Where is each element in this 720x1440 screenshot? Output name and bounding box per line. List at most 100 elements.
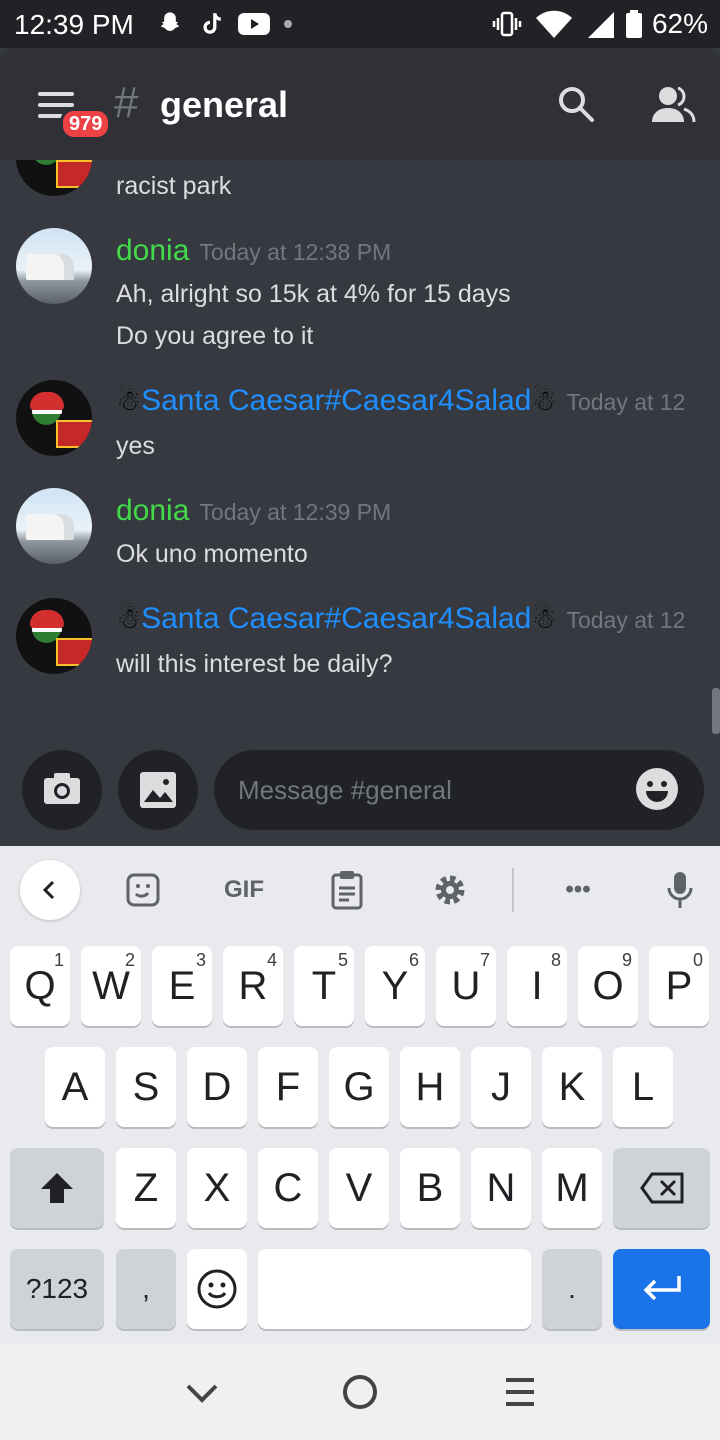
symbols-key[interactable]: ?123 xyxy=(10,1249,104,1329)
message-timestamp: Today at 12:39 PM xyxy=(199,499,392,525)
voice-input-button[interactable] xyxy=(658,862,702,918)
emoji-key[interactable] xyxy=(187,1249,247,1329)
battery-percent: 62% xyxy=(651,8,708,39)
vibrate-icon xyxy=(492,11,522,37)
emoji-icon[interactable] xyxy=(636,768,678,810)
gear-icon xyxy=(435,875,465,905)
message-composer xyxy=(0,750,720,846)
key[interactable]: S xyxy=(116,1047,176,1127)
keyboard: GIF ••• Q1 W2 E3 R4 T5 Y6 U7 I8 O9 P0 A … xyxy=(0,846,720,1344)
santa-avatar[interactable] xyxy=(16,380,92,456)
truck-avatar[interactable] xyxy=(16,488,92,564)
more-button[interactable]: ••• xyxy=(556,862,600,918)
signal-icon xyxy=(587,12,614,38)
tiktok-icon xyxy=(203,13,221,34)
message-input[interactable] xyxy=(238,770,618,810)
image-icon xyxy=(140,772,176,808)
truck-avatar[interactable] xyxy=(16,228,92,304)
key[interactable]: L xyxy=(613,1047,673,1127)
key[interactable]: D xyxy=(187,1047,247,1127)
period-key[interactable]: . xyxy=(542,1249,602,1329)
menu-lines-icon[interactable] xyxy=(500,1372,540,1412)
key[interactable]: V xyxy=(329,1148,389,1228)
keyboard-back-button[interactable] xyxy=(20,860,80,920)
backspace-icon xyxy=(639,1172,683,1204)
message-text: yes xyxy=(116,432,155,460)
sticker-icon xyxy=(126,873,160,907)
search-icon[interactable] xyxy=(556,84,596,124)
gif-button[interactable]: GIF xyxy=(214,862,274,918)
santa-avatar[interactable] xyxy=(16,598,92,674)
status-bar: 12:39 PM 62% xyxy=(0,0,720,48)
snowman-icon: ☃ xyxy=(116,603,142,634)
space-key[interactable] xyxy=(258,1249,531,1329)
author-name[interactable]: donia xyxy=(116,234,189,267)
author-name[interactable]: Santa Caesar#Caesar4Salad xyxy=(141,384,531,417)
camera-button[interactable] xyxy=(22,750,102,830)
navigation-bar xyxy=(0,1344,720,1440)
key[interactable]: Q1 xyxy=(10,946,70,1026)
key[interactable]: F xyxy=(258,1047,318,1127)
message-list[interactable]: racist park donia Today at 12:38 PM Ah, a… xyxy=(0,160,720,750)
channel-header: 979 # general xyxy=(0,48,720,160)
scrollbar[interactable] xyxy=(712,688,720,734)
key[interactable]: X xyxy=(187,1148,247,1228)
key[interactable]: O9 xyxy=(578,946,638,1026)
message-timestamp: Today at 12:38 PM xyxy=(199,239,392,265)
message-input-box[interactable] xyxy=(214,750,704,830)
enter-key[interactable] xyxy=(613,1249,710,1329)
key[interactable]: M xyxy=(542,1148,602,1228)
snowman-icon: ☃ xyxy=(531,603,557,634)
camera-icon xyxy=(44,773,80,804)
key[interactable]: J xyxy=(471,1047,531,1127)
key[interactable]: I8 xyxy=(507,946,567,1026)
message-text: Ok uno momento xyxy=(116,540,308,568)
comma-key[interactable]: , xyxy=(116,1249,176,1329)
members-icon[interactable] xyxy=(650,84,696,124)
snowman-icon: ☃ xyxy=(531,385,557,416)
smiley-icon xyxy=(197,1269,237,1309)
key[interactable]: N xyxy=(471,1148,531,1228)
key[interactable]: B xyxy=(400,1148,460,1228)
sticker-button[interactable] xyxy=(120,862,166,918)
message-text: racist park xyxy=(116,172,232,200)
key[interactable]: C xyxy=(258,1148,318,1228)
key[interactable]: P0 xyxy=(649,946,709,1026)
key[interactable]: T5 xyxy=(294,946,354,1026)
key[interactable]: W2 xyxy=(81,946,141,1026)
message-text: Do you agree to it xyxy=(116,322,314,350)
home-icon[interactable] xyxy=(340,1372,380,1412)
image-button[interactable] xyxy=(118,750,198,830)
shift-key[interactable] xyxy=(10,1148,104,1228)
message-timestamp: Today at 12 xyxy=(566,607,686,633)
author-name[interactable]: donia xyxy=(116,494,189,527)
clipboard-button[interactable] xyxy=(324,862,370,918)
notification-dot-icon xyxy=(284,20,292,28)
key[interactable]: U7 xyxy=(436,946,496,1026)
key[interactable]: A xyxy=(45,1047,105,1127)
message-text: will this interest be daily? xyxy=(116,650,393,678)
santa-avatar[interactable] xyxy=(16,160,92,196)
enter-icon xyxy=(643,1276,681,1301)
shift-icon xyxy=(41,1173,73,1203)
snowman-icon: ☃ xyxy=(116,385,142,416)
battery-icon xyxy=(625,10,642,38)
youtube-icon xyxy=(238,13,270,35)
chevron-left-icon xyxy=(42,880,55,900)
key[interactable]: Y6 xyxy=(365,946,425,1026)
backspace-key[interactable] xyxy=(613,1148,710,1228)
settings-button[interactable] xyxy=(428,862,472,918)
key[interactable]: H xyxy=(400,1047,460,1127)
unread-badge: 979 xyxy=(60,108,112,140)
key[interactable]: K xyxy=(542,1047,602,1127)
key[interactable]: R4 xyxy=(223,946,283,1026)
key[interactable]: G xyxy=(329,1047,389,1127)
key[interactable]: Z xyxy=(116,1148,176,1228)
message-timestamp: Today at 12 xyxy=(566,389,686,415)
key[interactable]: E3 xyxy=(152,946,212,1026)
keyboard-toolbar: GIF ••• xyxy=(0,846,720,934)
message-text: Ah, alright so 15k at 4% for 15 days xyxy=(116,280,511,308)
chevron-down-icon[interactable] xyxy=(182,1372,222,1412)
status-time: 12:39 PM xyxy=(14,9,134,40)
author-name[interactable]: Santa Caesar#Caesar4Salad xyxy=(141,602,531,635)
